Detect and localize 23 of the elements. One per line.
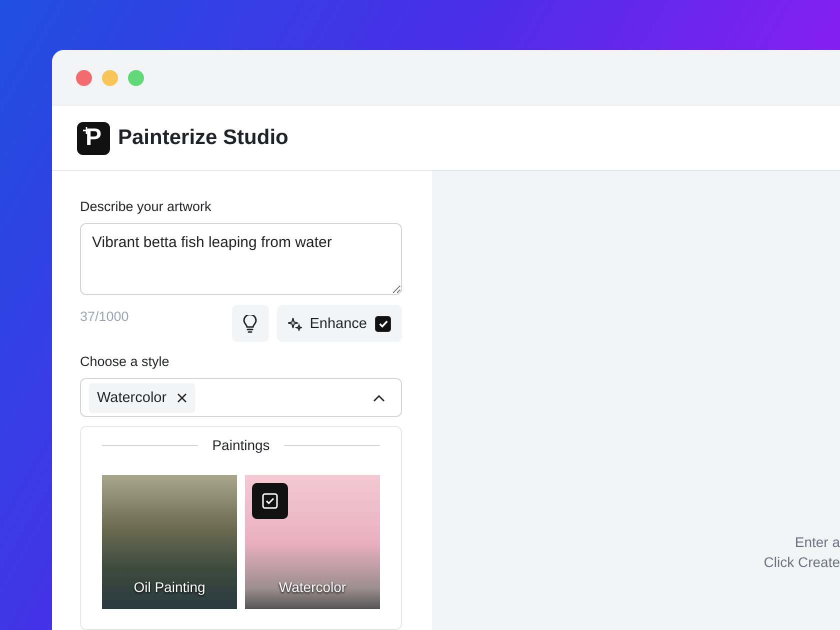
lightbulb-icon [243,314,258,333]
style-select[interactable]: Watercolor [80,378,402,417]
enhance-checkbox[interactable] [375,316,391,332]
idea-button[interactable] [232,305,269,342]
field-label: Describe your artwork [80,199,212,214]
tag-label: Watercolor [97,390,167,406]
prompt-input[interactable]: Vibrant betta fish leaping from water [80,223,402,296]
character-counter: 37/1000 [80,309,130,324]
preview-message: Click Create [764,554,840,570]
close-button[interactable] [76,70,92,86]
enhance-toggle[interactable]: Enhance [276,305,402,342]
group-heading: Paintings [212,437,270,453]
chevron-icon[interactable] [373,394,385,402]
option-label: Oil Painting [134,579,206,595]
preview-message: Enter a [794,534,840,550]
field-label: Choose a style [80,354,170,370]
sparkles-icon [288,316,302,331]
style-option[interactable]: Oil Painting [102,475,237,609]
option-label: Watercolor [278,579,346,595]
remove-icon[interactable] [176,392,187,403]
app-logo: P [77,122,110,154]
app-title: Painterize Studio [118,126,288,150]
checkmark-icon [378,318,388,330]
